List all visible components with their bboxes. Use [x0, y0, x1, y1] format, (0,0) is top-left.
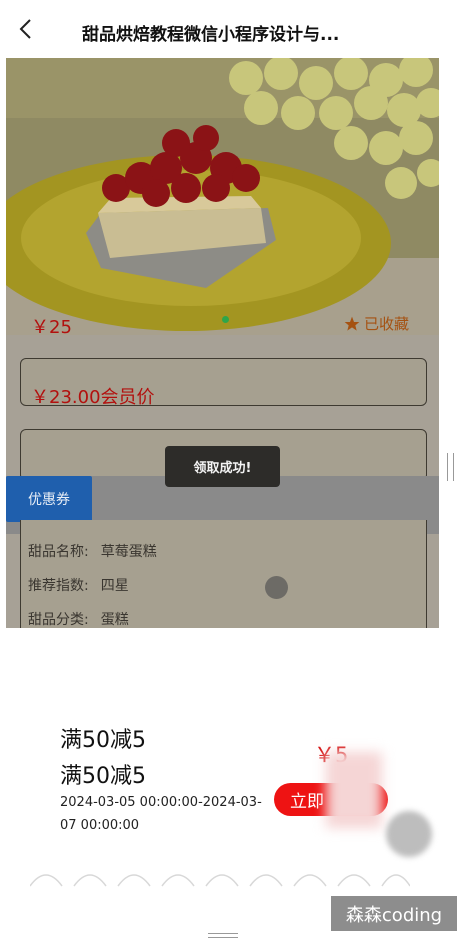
product-image[interactable]	[6, 58, 439, 335]
page-title: 甜品烘焙教程微信小程序设计与...	[82, 25, 340, 45]
drag-handle-vertical[interactable]	[447, 453, 454, 481]
watermark-label: 森森coding	[331, 896, 457, 931]
product-price: ￥25	[31, 317, 72, 338]
detail-row: 推荐指数: 四星	[28, 575, 129, 595]
carousel-indicator-dot[interactable]	[222, 316, 229, 323]
back-arrow-icon[interactable]	[16, 18, 38, 40]
favorite-label: 已收藏	[364, 315, 410, 333]
detail-label: 甜品分类:	[28, 612, 89, 628]
member-price: ￥23.00会员价	[31, 387, 155, 408]
floating-touch-bubble-blurred[interactable]	[386, 811, 432, 857]
star-icon	[344, 316, 360, 331]
floating-touch-bubble[interactable]	[265, 576, 288, 599]
coupon-title: 满50减5	[60, 728, 146, 753]
coupon-subtitle: 满50减5	[60, 764, 146, 789]
detail-row: 甜品分类: 蛋糕	[28, 609, 129, 629]
blur-overlay	[326, 752, 382, 828]
tab-coupon[interactable]: 优惠券	[6, 476, 92, 522]
coupon-date-range: 2024-03-05 00:00:00-2024-03-07 00:00:00	[60, 795, 262, 833]
detail-value: 草莓蛋糕	[100, 544, 157, 560]
favorite-button[interactable]: 已收藏	[344, 313, 409, 334]
detail-value: 四星	[100, 578, 129, 594]
coupon-scallop-edge	[30, 874, 410, 887]
detail-value: 蛋糕	[100, 612, 129, 628]
detail-label: 甜品名称:	[28, 544, 89, 560]
toast-message: 领取成功!	[165, 446, 280, 487]
detail-label: 推荐指数:	[28, 578, 89, 594]
drag-handle-horizontal[interactable]	[208, 933, 238, 938]
top-bar: 甜品烘焙教程微信小程序设计与...	[0, 0, 467, 58]
detail-row: 甜品名称: 草莓蛋糕	[28, 541, 157, 561]
